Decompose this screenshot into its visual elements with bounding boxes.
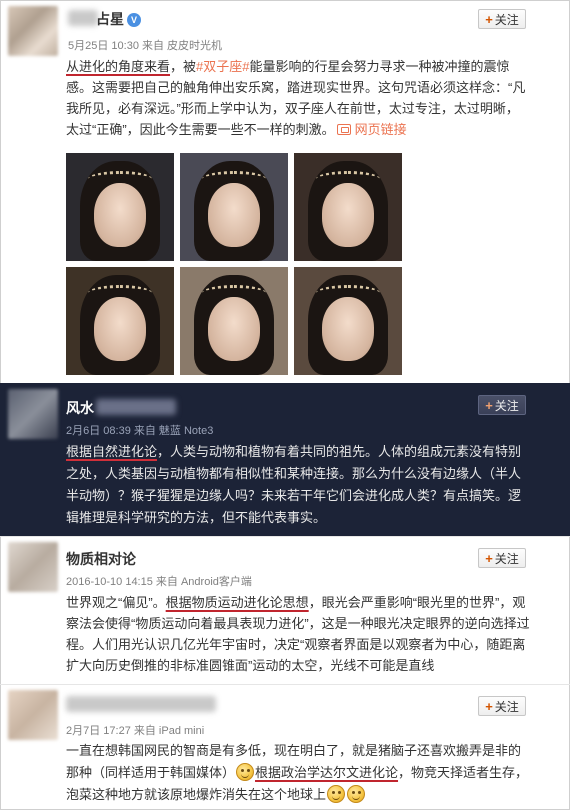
body-text: 泡菜这种地方就该原地爆炸消失在这个地球上	[66, 787, 327, 802]
body-line-3: 泡菜这种地方就该原地爆炸消失在这个地球上	[66, 784, 562, 806]
divider	[0, 536, 570, 537]
photo-face	[322, 183, 374, 247]
post-1: 占星 V 5月25日 10:30 来自 皮皮时光机 + 关注 从进化的角度来看，被#…	[0, 0, 570, 383]
divider	[0, 684, 570, 685]
post-meta: 2月6日 08:39 来自 魅蓝 Note3	[66, 425, 214, 437]
photo-ornament	[316, 285, 380, 301]
follow-button[interactable]: + 关注	[478, 9, 526, 29]
body-text: ，人类与动物和植物有着共同的祖先。人体的组成元素没有特别	[157, 444, 522, 459]
blurred-name	[96, 399, 176, 415]
body-line-1: 一直在想韩国网民的智商是有多低，现在明白了，就是猪脑子还喜欢搬弄是非的	[66, 743, 522, 758]
avatar[interactable]	[8, 6, 58, 56]
body-line-2: 那种（同样适用于韩国媒体） 根据政治学达尔文进化论，物竞天择适者生存，	[66, 762, 562, 784]
highlighted-phrase: 根据物质运动进化论思想	[165, 595, 309, 610]
body-text: ，眼光会严重影响“眼光里的世界”，观	[308, 595, 526, 610]
author-name-text: 风水	[66, 400, 94, 416]
follow-label: 关注	[494, 12, 519, 27]
body-line-4: 辑推理是科学研究的方法，但不能代表事实。	[66, 510, 327, 525]
follow-label: 关注	[494, 699, 519, 714]
post-2: 风水 2月6日 08:39 来自 魅蓝 Note3 + 关注 根据自然进化论，人类…	[0, 383, 570, 536]
photo-face	[94, 183, 146, 247]
body-text: 太过“正确”，因此今生需要一些不一样的刺激。	[66, 122, 335, 137]
body-text: ，被	[170, 59, 197, 74]
body-line-4: 扩大向历史倒推的非标准圆锥面”运动的太空，光线不可能是直线	[66, 658, 435, 673]
photo-ornament	[202, 171, 266, 187]
photo-face	[208, 183, 260, 247]
highlighted-phrase: 根据自然进化论	[66, 444, 158, 459]
follow-label: 关注	[494, 551, 519, 566]
author-name[interactable]: 物质相对论	[66, 549, 136, 569]
photo-4[interactable]	[66, 267, 174, 375]
photo-ornament	[88, 285, 152, 301]
body-line-4: 太过“正确”，因此今生需要一些不一样的刺激。 网页链接	[66, 119, 562, 140]
post-meta: 2016-10-10 14:15 来自 Android客户端	[66, 576, 252, 588]
plus-icon: +	[485, 11, 493, 27]
post-meta: 2月7日 17:27 来自 iPad mini	[66, 725, 205, 737]
body-line-2: 之处，人类基因与动植物都有相似性和某种连接。那么为什么没有边缘人（半人	[66, 466, 522, 481]
post-meta: 5月25日 10:30 来自 皮皮时光机	[68, 40, 223, 52]
follow-label: 关注	[494, 398, 519, 413]
photo-2[interactable]	[180, 153, 288, 261]
body-line-3: 程。人们用光认识几亿光年宇宙时，决定“观察者界面是以观察者为中心，随距离	[66, 637, 526, 652]
photo-face	[94, 297, 146, 361]
body-text: ，物竞天择适者生存，	[398, 765, 529, 780]
body-line-1: 从进化的角度来看，被#双子座#能量影响的行星会努力寻求一种被冲撞的震惊	[66, 56, 562, 77]
author-name[interactable]: 占星 V	[96, 9, 141, 29]
author-name[interactable]: 风水	[66, 398, 94, 418]
avatar[interactable]	[8, 690, 58, 740]
photo-5[interactable]	[180, 267, 288, 375]
avatar[interactable]	[8, 389, 58, 439]
blurred-name	[66, 696, 216, 712]
post-4: 2月7日 17:27 来自 iPad mini + 关注 一直在想韩国网民的智商是…	[0, 686, 570, 810]
plus-icon: +	[485, 550, 493, 566]
follow-button[interactable]: + 关注	[478, 696, 526, 716]
web-link[interactable]: 网页链接	[335, 122, 407, 137]
avatar[interactable]	[8, 542, 58, 592]
photo-6[interactable]	[294, 267, 402, 375]
body-line-2: 感。这需要把自己的触角伸出安乐窝，踏进现实世界。这句咒语必须这样念：“凡	[66, 80, 526, 95]
follow-button[interactable]: + 关注	[478, 548, 526, 568]
body-text: 世界观之“偏见”。	[66, 595, 166, 610]
post-3: 物质相对论 2016-10-10 14:15 来自 Android客户端 + 关注…	[0, 538, 570, 684]
photo-face	[322, 297, 374, 361]
smile-emoji-icon	[236, 763, 255, 781]
hashtag-link[interactable]: #双子座#	[196, 59, 249, 74]
follow-button[interactable]: + 关注	[478, 395, 526, 415]
plus-icon: +	[485, 397, 493, 413]
body-line-3: 半动物）？猴子猩猩是边缘人吗？未来若干年它们会进化成人类？有点搞笑。逻	[66, 488, 522, 503]
web-link-label: 网页链接	[354, 122, 407, 137]
body-line-1: 根据自然进化论，人类与动物和植物有着共同的祖先。人体的组成元素没有特别	[66, 441, 562, 463]
photo-ornament	[202, 285, 266, 301]
photo-ornament	[88, 171, 152, 187]
smile-emoji-icon	[347, 785, 366, 803]
post-body: 一直在想韩国网民的智商是有多低，现在明白了，就是猪脑子还喜欢搬弄是非的 那种（同…	[66, 740, 562, 806]
plus-icon: +	[485, 698, 493, 714]
link-icon	[336, 124, 351, 135]
blurred-name	[68, 10, 98, 26]
body-text: 能量影响的行星会努力寻求一种被冲撞的震惊	[249, 59, 510, 74]
photo-ornament	[316, 171, 380, 187]
photo-1[interactable]	[66, 153, 174, 261]
smile-emoji-icon	[327, 785, 346, 803]
body-line-1: 世界观之“偏见”。根据物质运动进化论思想，眼光会严重影响“眼光里的世界”，观	[66, 592, 562, 613]
verified-icon: V	[127, 13, 141, 27]
post-body: 根据自然进化论，人类与动物和植物有着共同的祖先。人体的组成元素没有特别 之处，人…	[66, 441, 562, 529]
photo-3[interactable]	[294, 153, 402, 261]
body-text: 那种（同样适用于韩国媒体）	[66, 765, 236, 780]
author-name-text: 占星	[96, 11, 124, 27]
post-body: 世界观之“偏见”。根据物质运动进化论思想，眼光会严重影响“眼光里的世界”，观 察…	[66, 592, 562, 676]
body-line-3: 我所见，必有深远。”形而上学中认为，双子座人在前世，太过专注，太过明晰，	[66, 101, 519, 116]
body-line-2: 察法会使得“物质运动向着最具表现力进化”，这是一种眼光决定眼界的逆向选择过	[66, 616, 530, 631]
highlighted-phrase: 根据政治学达尔文进化论	[255, 765, 399, 780]
photo-face	[208, 297, 260, 361]
highlighted-phrase: 从进化的角度来看	[66, 59, 171, 74]
post-body: 从进化的角度来看，被#双子座#能量影响的行星会努力寻求一种被冲撞的震惊 感。这需…	[66, 56, 562, 140]
